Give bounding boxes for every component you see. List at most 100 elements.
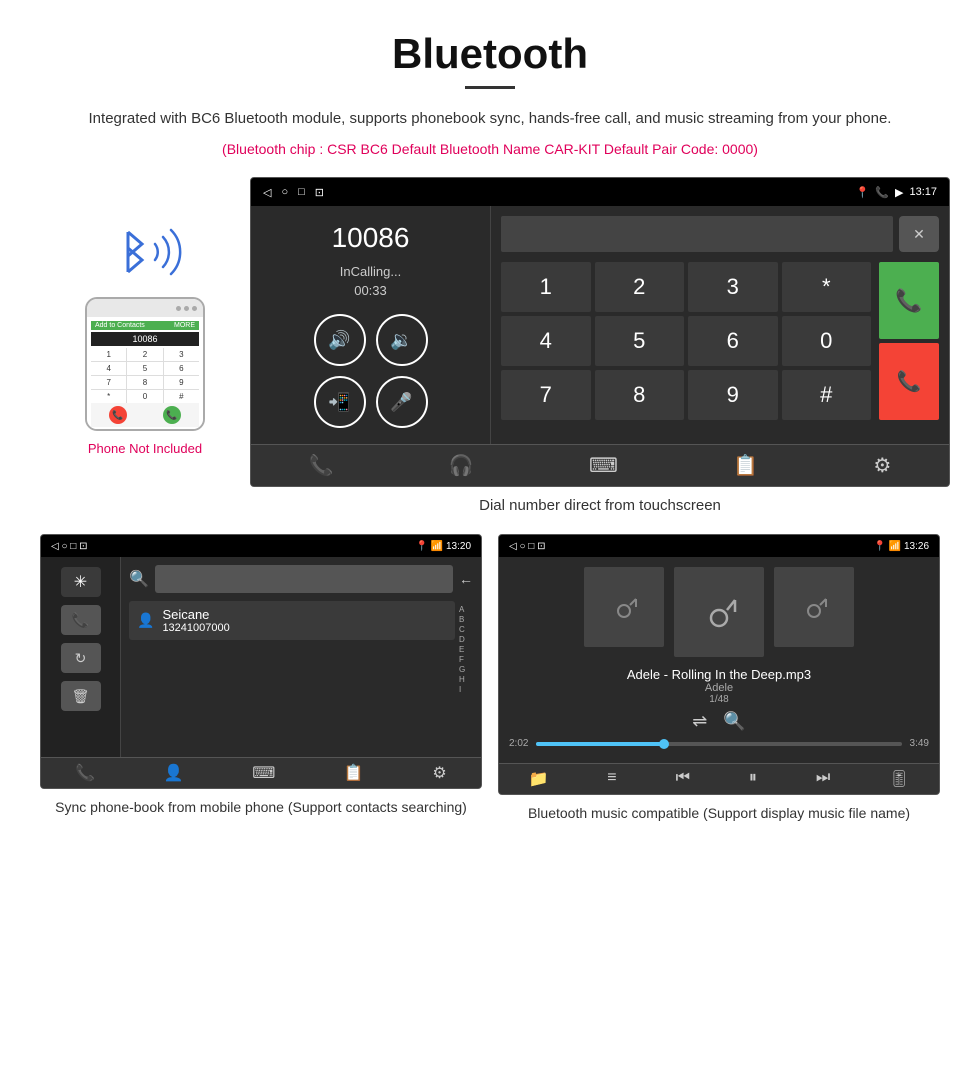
music-track-name: Adele - Rolling In the Deep.mp3 [627,667,811,682]
pb-sync-icon[interactable]: ↻ [61,643,101,673]
pb-status-left: ◁ ○ □ ⊡ [51,541,87,552]
pb-right-panel: 🔍 ← 👤 Seicane 13241007000 [121,557,481,757]
phone-key-4[interactable]: 4 [91,362,126,375]
nav-phone-icon[interactable]: 📞 [309,453,334,478]
key-8[interactable]: 8 [595,370,685,420]
phone-key-1[interactable]: 1 [91,348,126,361]
key-2[interactable]: 2 [595,262,685,312]
volume-down-btn[interactable]: 🔉 [376,314,428,366]
dial-input-field[interactable] [501,216,893,252]
pb-left-panel: ✳ 📞 ↻ 🗑 [41,557,121,757]
music-search-icon[interactable]: 🔍 [723,711,745,732]
dial-section: Add to ContactsMORE 10086 1 2 3 4 5 6 7 … [40,177,940,514]
key-3[interactable]: 3 [688,262,778,312]
call-answer-btn[interactable]: 📞 [879,262,939,339]
pb-contact-info: Seicane 13241007000 [162,607,229,634]
pb-bluetooth-icon[interactable]: ✳ [61,567,101,597]
dial-caption: Dial number direct from touchscreen [479,497,721,514]
key-4[interactable]: 4 [501,316,591,366]
music-nav-prev-icon[interactable]: ⏮ [676,769,690,789]
bottom-nav: 📞 🎧 ⌨ 📋 ⚙ [251,444,949,486]
phone-key-6[interactable]: 6 [164,362,199,375]
pb-nav-keypad-icon[interactable]: ⌨ [252,763,275,783]
music-nav-eq-icon[interactable]: 🎚 [889,769,909,789]
music-nav-play-icon[interactable]: ⏸ [749,769,757,789]
title-underline [465,86,515,89]
nav-back-icon: ◁ [263,186,271,199]
dial-left-panel: 10086 InCalling... 00:33 🔊 🔉 📲 🎤 [251,206,491,444]
phone-key-star[interactable]: * [91,390,126,403]
music-block: ◁ ○ □ ⊡ 📍 📶 13:26 [498,534,940,824]
dial-clear-btn[interactable]: ✕ [899,216,939,252]
pb-nav-person-icon[interactable]: 👤 [164,763,184,783]
pb-nav-phone-icon[interactable]: 📞 [75,763,95,783]
bluetooth-signal-icon [100,217,190,287]
phone-dot-2 [184,306,189,311]
nav-settings-icon[interactable]: ⚙ [873,453,891,478]
pb-contact-row[interactable]: 👤 Seicane 13241007000 [129,601,455,640]
pb-back-btn[interactable]: ← [459,571,473,587]
music-progress-row: 2:02 3:49 [509,738,929,749]
status-bar: ◁ ○ □ ⊡ 📍 📞 ▶ 13:17 [251,178,949,206]
phone-key-2[interactable]: 2 [127,348,162,361]
pb-phone-icon[interactable]: 📞 [61,605,101,635]
key-9[interactable]: 9 [688,370,778,420]
nav-headset-icon[interactable]: 🎧 [449,453,474,478]
phone-key-5[interactable]: 5 [127,362,162,375]
music-nav-list-icon[interactable]: ≡ [607,769,616,789]
pb-search-icon: 🔍 [129,569,149,589]
key-0[interactable]: 0 [782,316,872,366]
pb-contact-avatar-icon: 👤 [137,612,154,629]
dial-content: 10086 InCalling... 00:33 🔊 🔉 📲 🎤 [251,206,949,444]
location-icon: 📍 [856,186,870,199]
music-content: Adele - Rolling In the Deep.mp3 Adele 1/… [499,557,939,763]
bottom-screenshots: ◁ ○ □ ⊡ 📍 📶 13:20 ✳ 📞 ↻ 🗑 🔍 [40,534,940,824]
key-6[interactable]: 6 [688,316,778,366]
music-title-area: Adele - Rolling In the Deep.mp3 Adele 1/… [627,667,811,705]
call-actions: 📞 📞 [879,262,939,420]
phone-key-3[interactable]: 3 [164,348,199,361]
pb-status-bar: ◁ ○ □ ⊡ 📍 📶 13:20 [41,535,481,557]
dial-number: 10086 [332,222,410,254]
key-hash[interactable]: # [782,370,872,420]
phone-call-btn[interactable]: 📞 [163,406,181,424]
phone-bottom-row: 📞 📞 [91,403,199,427]
pb-nav-contacts-icon[interactable]: 📋 [344,763,364,783]
phone-green-bar: Add to ContactsMORE [91,321,199,330]
pb-contact-number: 13241007000 [162,622,229,634]
nav-keypad-icon[interactable]: ⌨ [589,453,618,478]
dial-controls: 🔊 🔉 📲 🎤 [314,314,428,428]
music-nav-folder-icon[interactable]: 📁 [528,769,548,789]
music-nav-next-icon[interactable]: ⏭ [816,769,830,789]
music-total-time: 3:49 [910,738,929,749]
phone-number-display: 10086 [91,332,199,346]
key-1[interactable]: 1 [501,262,591,312]
call-end-btn[interactable]: 📞 [879,343,939,420]
music-shuffle-icon[interactable]: ⇌ [692,711,707,732]
phone-key-9[interactable]: 9 [164,376,199,389]
status-left-icons: ◁ ○ □ ⊡ [263,186,324,199]
phone-end-call-btn[interactable]: 📞 [109,406,127,424]
transfer-btn[interactable]: 📲 [314,376,366,428]
pb-search-input[interactable] [155,565,453,593]
volume-up-btn[interactable]: 🔊 [314,314,366,366]
keypad-grid: 1 2 3 * 4 5 6 0 7 8 9 # [501,262,871,420]
pb-delete-icon[interactable]: 🗑 [61,681,101,711]
mute-btn[interactable]: 🎤 [376,376,428,428]
key-star[interactable]: * [782,262,872,312]
pb-nav-settings-icon[interactable]: ⚙ [432,763,446,783]
phone-not-included-label: Phone Not Included [88,441,202,456]
phone-key-8[interactable]: 8 [127,376,162,389]
phone-key-0[interactable]: 0 [127,390,162,403]
music-progress-bar[interactable] [536,742,901,746]
phone-key-hash[interactable]: # [164,390,199,403]
phone-key-7[interactable]: 7 [91,376,126,389]
nav-contacts-icon[interactable]: 📋 [733,453,758,478]
phone-dot [176,306,181,311]
key-5[interactable]: 5 [595,316,685,366]
key-7[interactable]: 7 [501,370,591,420]
dial-input-row: ✕ [501,216,939,252]
phone-device-mockup: Add to ContactsMORE 10086 1 2 3 4 5 6 7 … [85,297,205,431]
music-caption: Bluetooth music compatible (Support disp… [528,803,910,824]
nav-square-icon: □ [298,186,305,199]
